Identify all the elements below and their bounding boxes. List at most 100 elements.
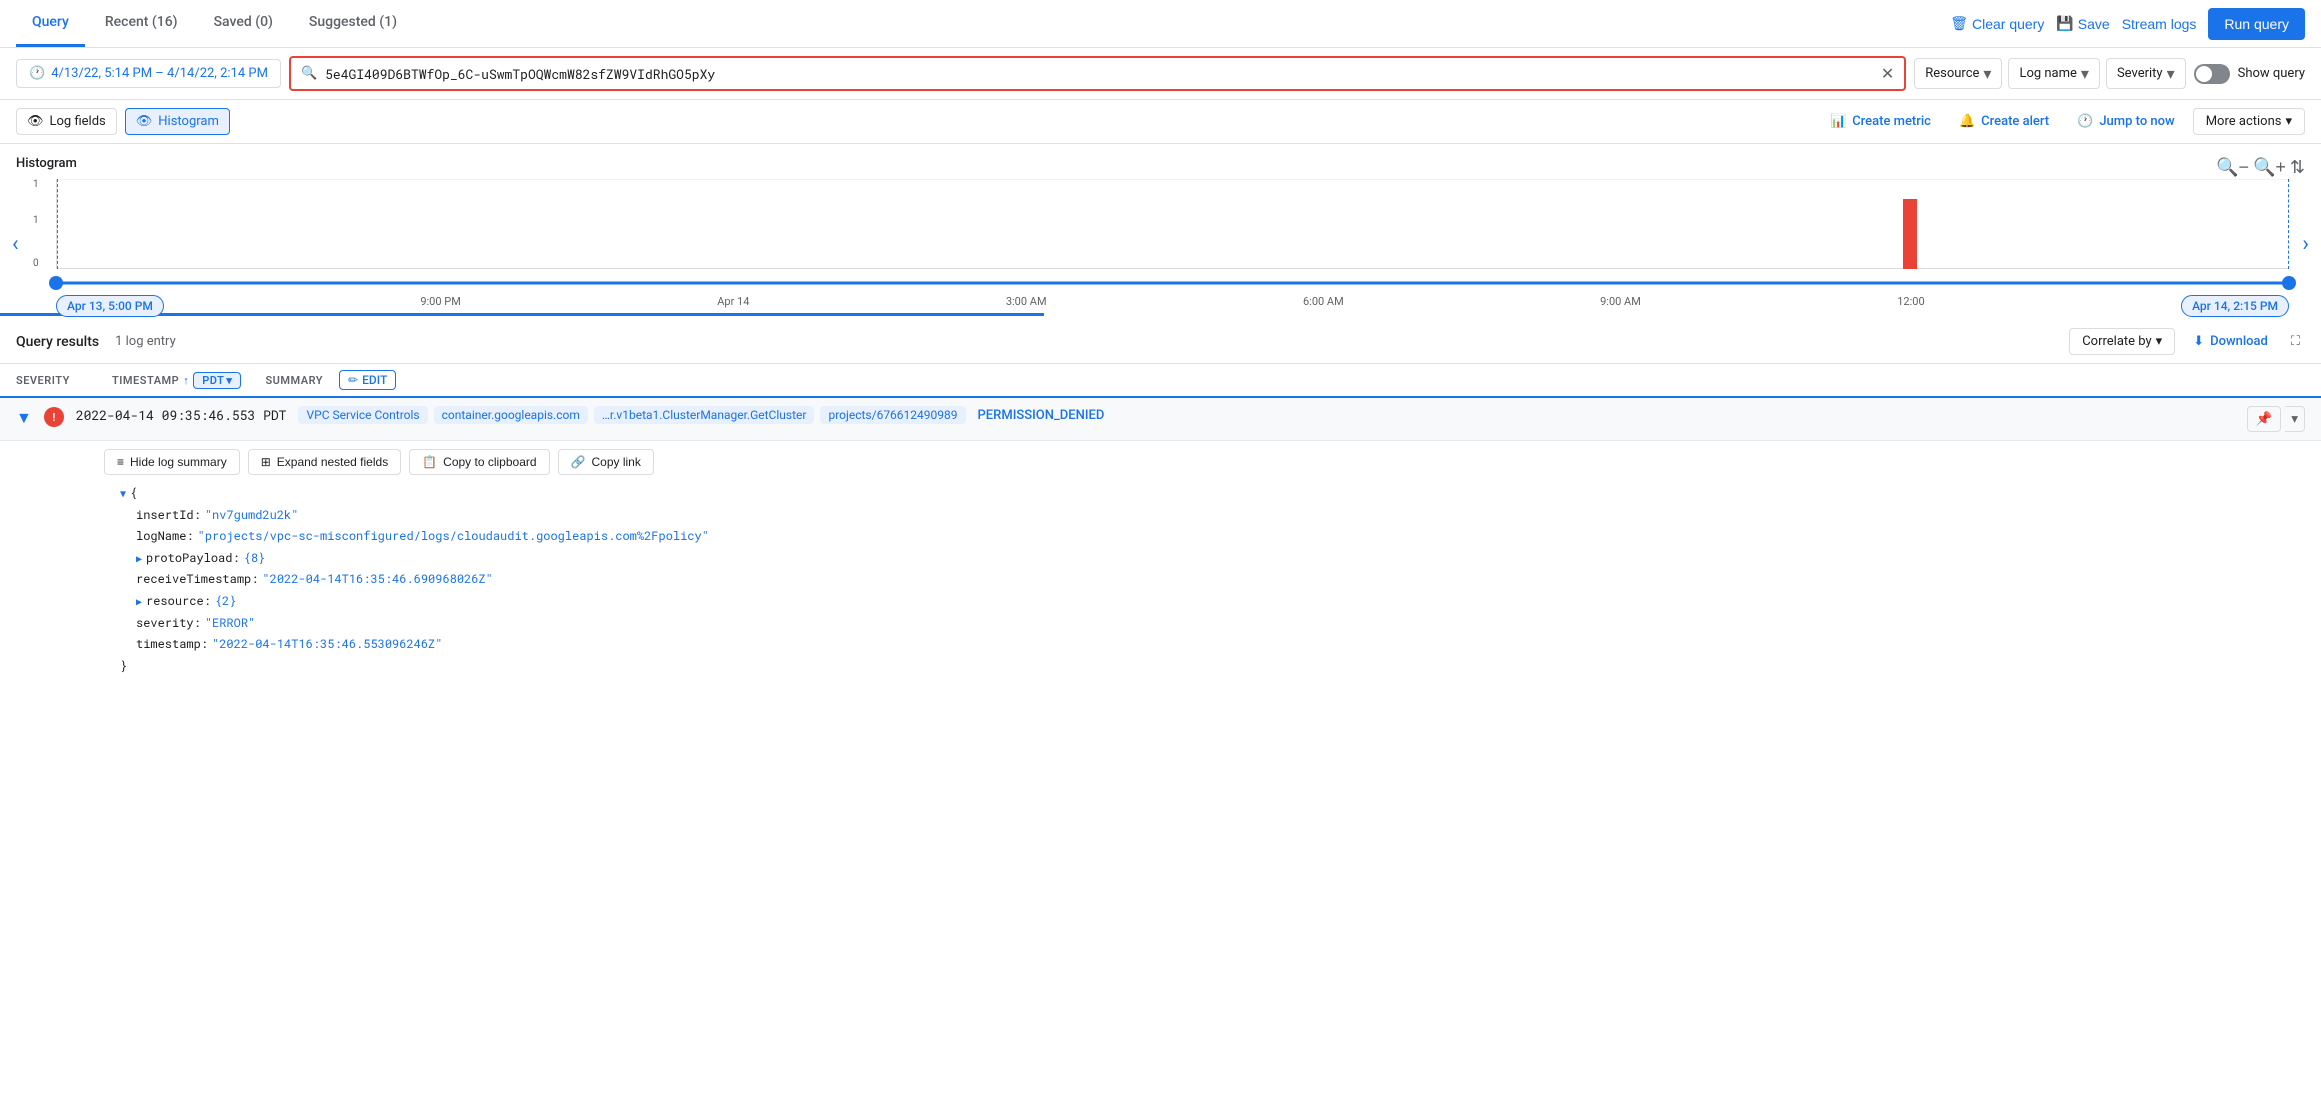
proto-payload-expand[interactable]: ▶ xyxy=(136,550,142,568)
resource-value: {2} xyxy=(215,591,237,613)
time-label-3am: 3:00 AM xyxy=(1006,295,1047,317)
run-query-button[interactable]: Run query xyxy=(2208,8,2305,40)
tag-cluster[interactable]: …r.v1beta1.ClusterManager.GetCluster xyxy=(594,406,815,424)
log-json-view: ▼ { insertId: "nv7gumd2u2k" logName: "pr… xyxy=(64,483,2305,677)
resource-filter[interactable]: Resource ▾ xyxy=(1914,58,2002,89)
copy-link-button[interactable]: 🔗 Copy link xyxy=(558,449,654,475)
histogram-bar xyxy=(1903,199,1917,269)
histogram-section: Histogram 🔍− 🔍+ ⇅ ‹ › 1 1 0 xyxy=(0,144,2321,309)
clock-icon: 🕐 xyxy=(2077,114,2093,129)
time-end-pill[interactable]: Apr 14, 2:15 PM xyxy=(2181,295,2289,317)
tag-container[interactable]: container.googleapis.com xyxy=(434,406,588,424)
severity-filter[interactable]: Severity ▾ xyxy=(2106,58,2186,89)
table-header: SEVERITY TIMESTAMP ↑ PDT ▾ SUMMARY ✏ EDI… xyxy=(0,364,2321,398)
clear-query-button[interactable]: 🗑 Clear query xyxy=(1950,15,2044,32)
correlate-by-button[interactable]: Correlate by ▾ xyxy=(2069,328,2175,355)
time-label-9pm: 9:00 PM xyxy=(420,295,460,317)
histogram-title: Histogram xyxy=(16,156,77,171)
chevron-down-icon: ▾ xyxy=(2156,334,2163,349)
time-range-picker[interactable]: 🕐 4/13/22, 5:14 PM – 4/14/22, 2:14 PM xyxy=(16,59,281,88)
more-log-options-button[interactable]: ▾ xyxy=(2285,406,2305,432)
show-query-toggle[interactable] xyxy=(2194,64,2230,84)
expand-chart-button[interactable]: ⇅ xyxy=(2290,157,2305,178)
query-results-header: Query results 1 log entry Correlate by ▾… xyxy=(0,320,2321,364)
logname-filter[interactable]: Log name ▾ xyxy=(2008,58,2100,89)
search-row: 🕐 4/13/22, 5:14 PM – 4/14/22, 2:14 PM 🔍 … xyxy=(0,48,2321,100)
create-alert-button[interactable]: 🔔 Create alert xyxy=(1949,109,2059,134)
log-row-actions: 📌 ▾ xyxy=(2247,406,2305,432)
tag-vpc[interactable]: VPC Service Controls xyxy=(298,406,427,424)
slider-left-handle[interactable] xyxy=(49,276,63,290)
permission-denied-label: PERMISSION_DENIED xyxy=(978,408,1105,423)
pencil-icon: ✏ xyxy=(348,373,358,387)
edit-columns-button[interactable]: ✏ EDIT xyxy=(339,370,396,390)
chevron-down-icon: ▾ xyxy=(2167,64,2175,83)
severity-value: "ERROR" xyxy=(205,613,255,635)
log-tags-container: VPC Service Controls container.googleapi… xyxy=(298,406,2234,424)
log-detail-section: ≡ Hide log summary ⊞ Expand nested field… xyxy=(0,441,2321,693)
col-timestamp-header[interactable]: TIMESTAMP ↑ PDT ▾ xyxy=(112,372,241,389)
tab-recent[interactable]: Recent (16) xyxy=(89,0,194,47)
insert-id-value: "nv7gumd2u2k" xyxy=(205,505,299,527)
proto-payload-value: {8} xyxy=(244,548,266,570)
expand-nested-fields-button[interactable]: ⊞ Expand nested fields xyxy=(248,449,401,475)
time-label-9am: 9:00 AM xyxy=(1600,295,1641,317)
chevron-down-icon: ▾ xyxy=(226,374,232,387)
histogram-chip[interactable]: 👁 Histogram xyxy=(125,108,230,135)
log-fields-chip[interactable]: 👁 Log fields xyxy=(16,108,117,135)
timestamp-value[interactable]: "2022-04-14T16:35:46.553096246Z" xyxy=(212,634,442,656)
create-metric-button[interactable]: 📊 Create metric xyxy=(1820,109,1941,134)
pdt-chip[interactable]: PDT ▾ xyxy=(193,372,241,389)
slider-right-handle[interactable] xyxy=(2282,276,2296,290)
stream-logs-button[interactable]: Stream logs xyxy=(2122,16,2197,32)
toolbar-row: 👁 Log fields 👁 Histogram 📊 Create metric… xyxy=(0,100,2321,144)
eye-icon: 👁 xyxy=(136,114,153,129)
pin-log-button[interactable]: 📌 xyxy=(2247,406,2282,432)
tab-suggested[interactable]: Suggested (1) xyxy=(293,0,413,47)
metric-icon: 📊 xyxy=(1830,114,1846,129)
expand-icon: ⊞ xyxy=(261,455,271,469)
time-label-12: 12:00 xyxy=(1897,295,1924,317)
time-start-pill[interactable]: Apr 13, 5:00 PM xyxy=(56,295,164,317)
more-actions-button[interactable]: More actions ▾ xyxy=(2193,108,2305,135)
copy-to-clipboard-button[interactable]: 📋 Copy to clipboard xyxy=(409,449,549,475)
col-severity-header: SEVERITY xyxy=(16,374,96,387)
query-results-title: Query results xyxy=(16,334,99,350)
chevron-down-icon: ▾ xyxy=(1983,64,1991,83)
trash-icon: 🗑 xyxy=(1950,15,1968,32)
summary-icon: ≡ xyxy=(117,455,124,469)
resource-expand[interactable]: ▶ xyxy=(136,593,142,611)
search-input[interactable] xyxy=(325,65,1873,83)
search-box: 🔍 ✕ xyxy=(289,56,1906,91)
show-query-toggle-container: Show query xyxy=(2194,64,2305,84)
eye-off-icon: 👁 xyxy=(27,114,44,129)
download-icon: ⬇ xyxy=(2193,334,2204,349)
histogram-nav-left[interactable]: ‹ xyxy=(12,232,19,257)
save-button[interactable]: 💾 Save xyxy=(2056,15,2109,32)
log-name-value[interactable]: "projects/vpc-sc-misconfigured/logs/clou… xyxy=(198,526,709,548)
tab-saved[interactable]: Saved (0) xyxy=(198,0,289,47)
expand-tri-root[interactable]: ▼ xyxy=(120,485,126,503)
histogram-container: ‹ › 1 1 0 Ap xyxy=(32,179,2289,309)
log-detail-actions-bar: ≡ Hide log summary ⊞ Expand nested field… xyxy=(48,441,2305,483)
fullscreen-button[interactable]: ⛶ xyxy=(2286,329,2305,354)
tab-query[interactable]: Query xyxy=(16,0,85,47)
top-tabs-bar: Query Recent (16) Saved (0) Suggested (1… xyxy=(0,0,2321,48)
row-expand-button[interactable]: ▼ xyxy=(16,406,32,428)
zoom-in-button[interactable]: 🔍+ xyxy=(2253,157,2286,178)
clear-search-icon[interactable]: ✕ xyxy=(1881,64,1894,83)
bell-icon: 🔔 xyxy=(1959,114,1975,129)
hide-log-summary-button[interactable]: ≡ Hide log summary xyxy=(104,449,240,475)
chevron-down-icon: ▾ xyxy=(2285,114,2292,129)
histogram-nav-right[interactable]: › xyxy=(2302,232,2309,257)
jump-to-now-button[interactable]: 🕐 Jump to now xyxy=(2067,109,2185,134)
zoom-out-button[interactable]: 🔍− xyxy=(2216,157,2249,178)
save-icon: 💾 xyxy=(2056,15,2073,32)
toggle-thumb xyxy=(2196,66,2212,82)
receive-timestamp-value[interactable]: "2022-04-14T16:35:46.690968026Z" xyxy=(262,569,492,591)
clock-icon: 🕐 xyxy=(29,66,45,81)
log-entry-row: ▼ ! 2022-04-14 09:35:46.553 PDT VPC Serv… xyxy=(0,398,2321,441)
severity-error-icon: ! xyxy=(44,407,64,427)
download-button[interactable]: ⬇ Download xyxy=(2183,329,2278,354)
tag-project[interactable]: projects/676612490989 xyxy=(820,406,965,424)
